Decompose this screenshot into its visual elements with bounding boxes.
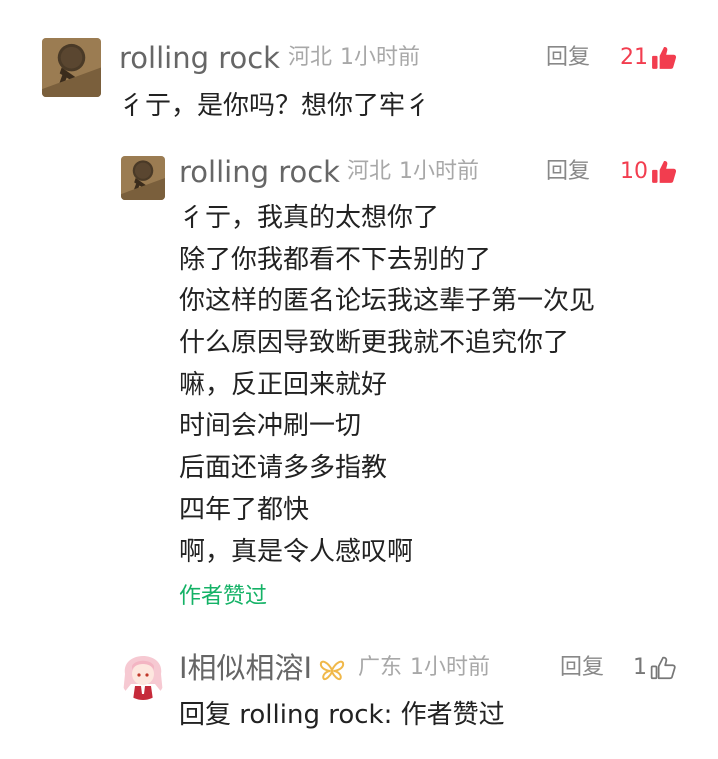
like-count: 10: [620, 159, 648, 184]
content-line: 时间会冲刷一切: [179, 411, 362, 442]
content-line: 除了你我都看不下去别的了: [179, 244, 492, 275]
anime-girl-avatar-image: [121, 654, 165, 700]
timestamp: 1小时前: [399, 159, 480, 184]
avatar[interactable]: [42, 38, 101, 97]
reply-content: 回复 rolling rock: 作者赞过: [179, 697, 505, 733]
comment-meta: 广东 1小时前: [358, 653, 490, 683]
location: 河北: [288, 45, 333, 70]
like-button[interactable]: 10: [620, 157, 677, 187]
like-count: 21: [620, 45, 648, 70]
reply-target[interactable]: rolling rock: [239, 700, 383, 730]
username-text: I相似相溶I: [179, 651, 313, 685]
sisyphus-avatar-image: [121, 156, 165, 200]
reply-prefix: 回复: [179, 700, 232, 730]
content-line: 后面还请多多指教: [179, 453, 388, 484]
thumbs-up-filled-icon: [652, 47, 677, 69]
reply-separator: :: [383, 700, 393, 730]
avatar[interactable]: [121, 156, 165, 200]
content-line: 你这样的匿名论坛我这辈子第一次见: [179, 286, 596, 317]
content-line: 四年了都快: [179, 494, 310, 525]
username[interactable]: I相似相溶I: [179, 651, 346, 685]
author-liked-label: 作者赞过: [179, 584, 268, 609]
avatar[interactable]: [121, 654, 165, 700]
reply-button[interactable]: 回复: [560, 653, 604, 683]
comment-meta: 河北 1小时前: [347, 157, 479, 187]
content-line: 什么原因导致断更我就不追究你了: [179, 328, 570, 359]
reply-text: 作者赞过: [400, 700, 505, 730]
content-line: 啊，真是令人感叹啊: [179, 536, 414, 567]
reply-button[interactable]: 回复: [546, 157, 590, 187]
timestamp: 1小时前: [410, 655, 491, 680]
location: 河北: [347, 159, 392, 184]
like-button[interactable]: 21: [620, 43, 677, 73]
like-count: 1: [633, 655, 647, 680]
location: 广东: [358, 655, 403, 680]
thumbs-up-filled-icon: [652, 161, 677, 183]
username[interactable]: rolling rock: [179, 155, 340, 189]
username[interactable]: rolling rock: [119, 41, 280, 75]
comment-content: 彳亍，是你吗？想你了牢彳: [119, 91, 432, 121]
thumbs-up-outline-icon: [650, 656, 676, 680]
timestamp: 1小时前: [340, 45, 421, 70]
like-button[interactable]: 1: [633, 653, 676, 683]
content-line: 嘛，反正回来就好: [179, 369, 388, 400]
content-line: 彳亍，我真的太想你了: [179, 203, 440, 233]
comment-content: 彳亍，我真的太想你了 除了你我都看不下去别的了 你这样的匿名论坛我这辈子第一次见…: [179, 198, 595, 573]
comment-meta: 河北 1小时前: [288, 43, 420, 73]
sisyphus-avatar-image: [42, 38, 101, 97]
butterfly-badge-icon: [319, 660, 345, 681]
reply-button[interactable]: 回复: [546, 43, 590, 73]
